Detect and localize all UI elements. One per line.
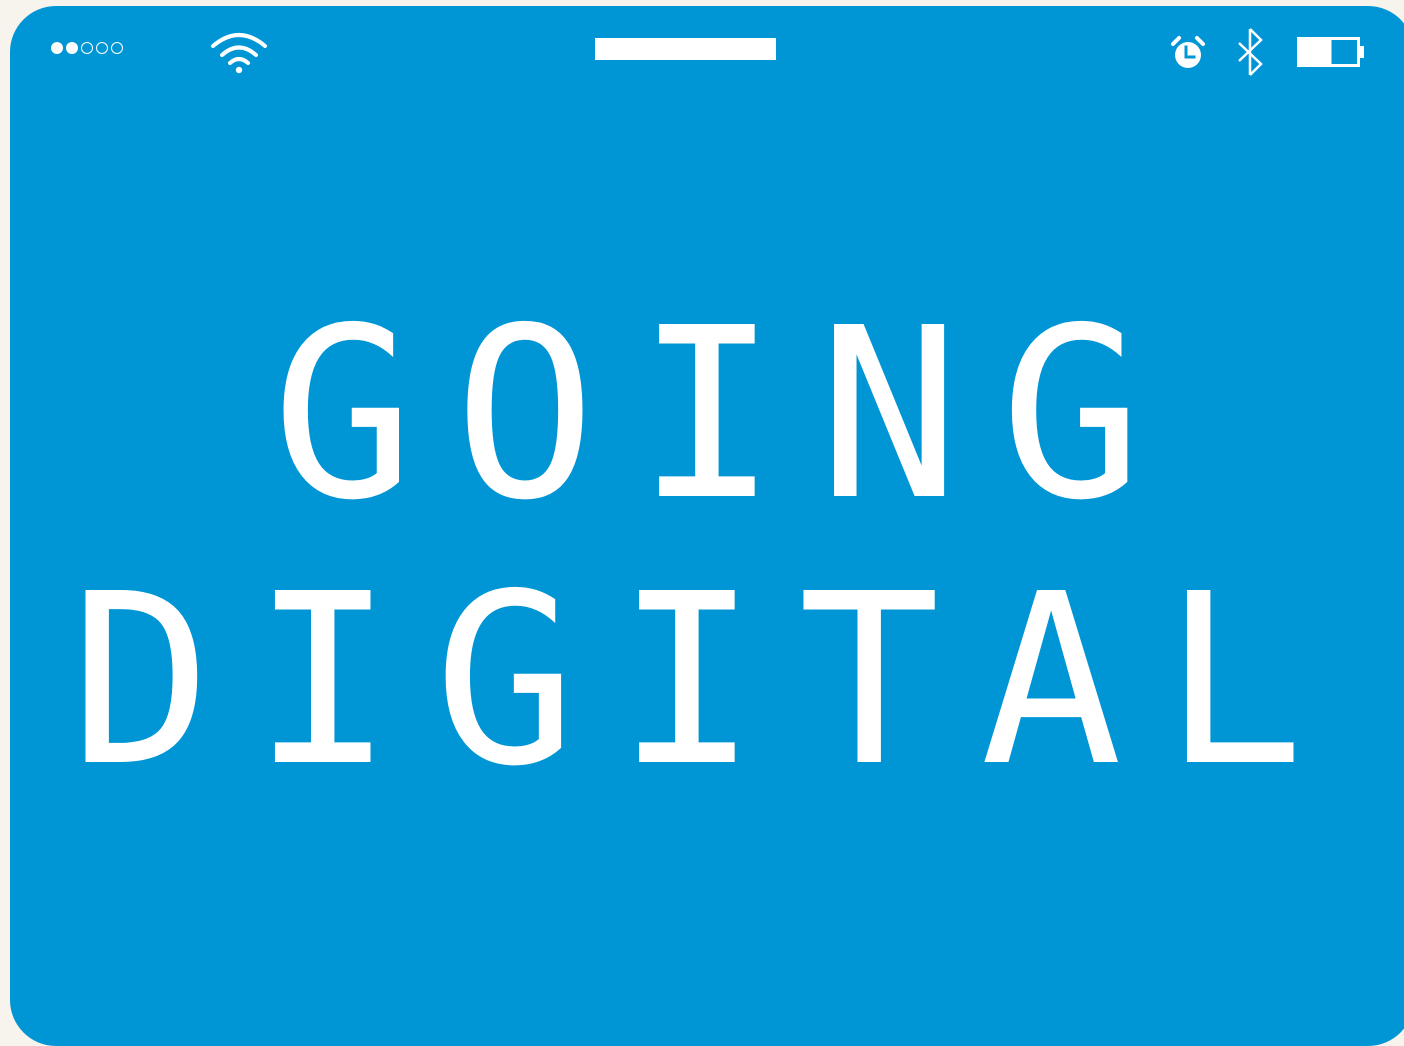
bluetooth-icon (1238, 28, 1263, 76)
signal-dot-filled (66, 42, 78, 54)
wifi-icon (211, 33, 267, 74)
headline-line-1: GOING (271, 277, 1183, 552)
signal-dot-empty (111, 42, 123, 54)
speaker-slot (595, 38, 776, 60)
signal-dot-empty (81, 42, 93, 54)
battery-icon (1297, 37, 1364, 67)
signal-dot-empty (96, 42, 108, 54)
alarm-icon (1171, 36, 1205, 68)
headline-line-2: DIGITAL (69, 543, 1345, 818)
hero-headline: GOING DIGITAL (10, 282, 1404, 814)
device-screen: GOING DIGITAL (10, 6, 1404, 1046)
signal-strength-indicator (51, 42, 123, 54)
signal-dot-filled (51, 42, 63, 54)
